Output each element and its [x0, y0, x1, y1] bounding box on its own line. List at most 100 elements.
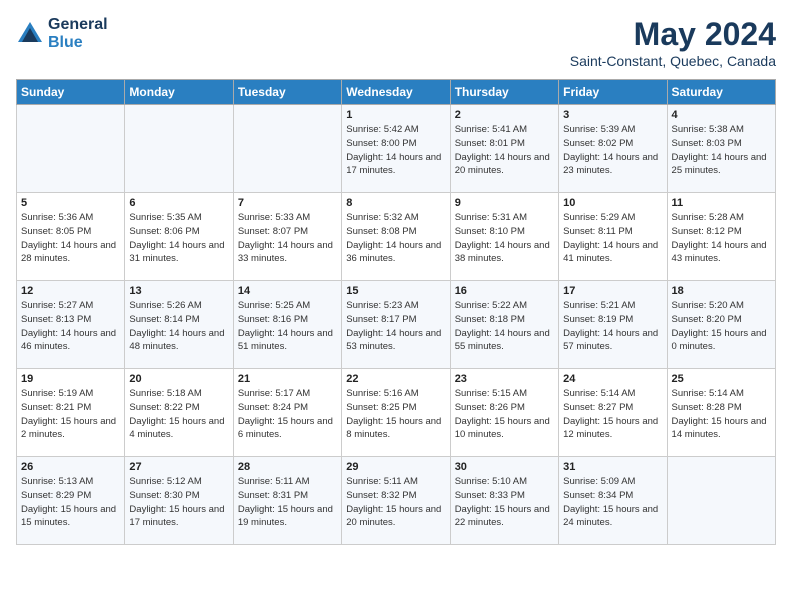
calendar-cell: [233, 105, 341, 193]
day-info: Sunrise: 5:36 AM Sunset: 8:05 PM Dayligh…: [21, 211, 120, 266]
calendar-cell: 10Sunrise: 5:29 AM Sunset: 8:11 PM Dayli…: [559, 193, 667, 281]
logo-icon: [16, 20, 44, 48]
day-number: 4: [672, 109, 771, 121]
calendar-cell: 18Sunrise: 5:20 AM Sunset: 8:20 PM Dayli…: [667, 281, 775, 369]
day-info: Sunrise: 5:41 AM Sunset: 8:01 PM Dayligh…: [455, 123, 554, 178]
month-title: May 2024: [570, 16, 776, 53]
day-info: Sunrise: 5:13 AM Sunset: 8:29 PM Dayligh…: [21, 475, 120, 530]
day-info: Sunrise: 5:19 AM Sunset: 8:21 PM Dayligh…: [21, 387, 120, 442]
day-info: Sunrise: 5:39 AM Sunset: 8:02 PM Dayligh…: [563, 123, 662, 178]
calendar-cell: 12 Sunrise: 5:27 AM Sunset: 8:13 PM Dayli…: [17, 281, 125, 369]
day-info: Sunrise: 5:42 AM Sunset: 8:00 PM Dayligh…: [346, 123, 445, 178]
calendar-cell: 31 Sunrise: 5:09 AM Sunset: 8:34 PM Dayli…: [559, 457, 667, 545]
day-info: Sunrise: 5:11 AM Sunset: 8:31 PM Dayligh…: [238, 475, 337, 530]
calendar-cell: 28 Sunrise: 5:11 AM Sunset: 8:31 PM Dayli…: [233, 457, 341, 545]
calendar-cell: 15Sunrise: 5:23 AM Sunset: 8:17 PM Dayli…: [342, 281, 450, 369]
day-info: Sunrise: 5:26 AM Sunset: 8:14 PM Dayligh…: [129, 299, 228, 354]
calendar-cell: 14 Sunrise: 5:25 AM Sunset: 8:16 PM Dayli…: [233, 281, 341, 369]
calendar-cell: 21 Sunrise: 5:17 AM Sunset: 8:24 PM Dayli…: [233, 369, 341, 457]
day-info: Sunrise: 5:27 AM Sunset: 8:13 PM Dayligh…: [21, 299, 120, 354]
header-sunday: Sunday: [17, 80, 125, 105]
day-number: 1: [346, 109, 445, 121]
day-info: Sunrise: 5:29 AM Sunset: 8:11 PM Dayligh…: [563, 211, 662, 266]
header-friday: Friday: [559, 80, 667, 105]
day-info: Sunrise: 5:18 AM Sunset: 8:22 PM Dayligh…: [129, 387, 228, 442]
day-info: Sunrise: 5:16 AM Sunset: 8:25 PM Dayligh…: [346, 387, 445, 442]
day-info: Sunrise: 5:38 AM Sunset: 8:03 PM Dayligh…: [672, 123, 771, 178]
page-header: General Blue May 2024 Saint-Constant, Qu…: [16, 16, 776, 69]
day-number: 28: [238, 461, 337, 473]
header-thursday: Thursday: [450, 80, 558, 105]
day-info: Sunrise: 5:31 AM Sunset: 8:10 PM Dayligh…: [455, 211, 554, 266]
day-number: 25: [672, 373, 771, 385]
day-number: 20: [129, 373, 228, 385]
calendar-cell: 8Sunrise: 5:32 AM Sunset: 8:08 PM Daylig…: [342, 193, 450, 281]
calendar-cell: 7Sunrise: 5:33 AM Sunset: 8:07 PM Daylig…: [233, 193, 341, 281]
calendar-cell: 19Sunrise: 5:19 AM Sunset: 8:21 PM Dayli…: [17, 369, 125, 457]
location-subtitle: Saint-Constant, Quebec, Canada: [570, 53, 776, 69]
calendar-cell: 26 Sunrise: 5:13 AM Sunset: 8:29 PM Dayli…: [17, 457, 125, 545]
day-number: 11: [672, 197, 771, 209]
day-number: 9: [455, 197, 554, 209]
calendar-cell: 22 Sunrise: 5:16 AM Sunset: 8:25 PM Dayli…: [342, 369, 450, 457]
calendar-cell: 1 Sunrise: 5:42 AM Sunset: 8:00 PM Daylig…: [342, 105, 450, 193]
day-number: 7: [238, 197, 337, 209]
day-number: 23: [455, 373, 554, 385]
calendar-week-row: 26 Sunrise: 5:13 AM Sunset: 8:29 PM Dayli…: [17, 457, 776, 545]
logo-text: General Blue: [48, 16, 108, 52]
day-number: 14: [238, 285, 337, 297]
calendar-week-row: 1 Sunrise: 5:42 AM Sunset: 8:00 PM Daylig…: [17, 105, 776, 193]
day-number: 12: [21, 285, 120, 297]
day-info: Sunrise: 5:28 AM Sunset: 8:12 PM Dayligh…: [672, 211, 771, 266]
day-info: Sunrise: 5:09 AM Sunset: 8:34 PM Dayligh…: [563, 475, 662, 530]
calendar-cell: 13 Sunrise: 5:26 AM Sunset: 8:14 PM Dayli…: [125, 281, 233, 369]
day-number: 24: [563, 373, 662, 385]
day-number: 3: [563, 109, 662, 121]
day-info: Sunrise: 5:17 AM Sunset: 8:24 PM Dayligh…: [238, 387, 337, 442]
day-number: 16: [455, 285, 554, 297]
calendar-cell: 11 Sunrise: 5:28 AM Sunset: 8:12 PM Dayli…: [667, 193, 775, 281]
day-number: 13: [129, 285, 228, 297]
calendar-table: SundayMondayTuesdayWednesdayThursdayFrid…: [16, 79, 776, 545]
day-number: 8: [346, 197, 445, 209]
calendar-cell: [17, 105, 125, 193]
day-number: 30: [455, 461, 554, 473]
header-monday: Monday: [125, 80, 233, 105]
calendar-cell: 9 Sunrise: 5:31 AM Sunset: 8:10 PM Daylig…: [450, 193, 558, 281]
calendar-cell: 6 Sunrise: 5:35 AM Sunset: 8:06 PM Daylig…: [125, 193, 233, 281]
day-info: Sunrise: 5:20 AM Sunset: 8:20 PM Dayligh…: [672, 299, 771, 354]
calendar-cell: 20 Sunrise: 5:18 AM Sunset: 8:22 PM Dayli…: [125, 369, 233, 457]
day-number: 5: [21, 197, 120, 209]
calendar-cell: 2 Sunrise: 5:41 AM Sunset: 8:01 PM Daylig…: [450, 105, 558, 193]
calendar-cell: 4 Sunrise: 5:38 AM Sunset: 8:03 PM Daylig…: [667, 105, 775, 193]
day-number: 22: [346, 373, 445, 385]
day-number: 21: [238, 373, 337, 385]
day-info: Sunrise: 5:25 AM Sunset: 8:16 PM Dayligh…: [238, 299, 337, 354]
day-info: Sunrise: 5:10 AM Sunset: 8:33 PM Dayligh…: [455, 475, 554, 530]
header-tuesday: Tuesday: [233, 80, 341, 105]
calendar-cell: 3 Sunrise: 5:39 AM Sunset: 8:02 PM Daylig…: [559, 105, 667, 193]
calendar-week-row: 19Sunrise: 5:19 AM Sunset: 8:21 PM Dayli…: [17, 369, 776, 457]
day-number: 27: [129, 461, 228, 473]
header-wednesday: Wednesday: [342, 80, 450, 105]
day-number: 26: [21, 461, 120, 473]
day-number: 31: [563, 461, 662, 473]
day-info: Sunrise: 5:35 AM Sunset: 8:06 PM Dayligh…: [129, 211, 228, 266]
calendar-cell: 16Sunrise: 5:22 AM Sunset: 8:18 PM Dayli…: [450, 281, 558, 369]
calendar-cell: [667, 457, 775, 545]
calendar-cell: 30 Sunrise: 5:10 AM Sunset: 8:33 PM Dayli…: [450, 457, 558, 545]
day-info: Sunrise: 5:12 AM Sunset: 8:30 PM Dayligh…: [129, 475, 228, 530]
calendar-cell: 5 Sunrise: 5:36 AM Sunset: 8:05 PM Daylig…: [17, 193, 125, 281]
calendar-cell: 24Sunrise: 5:14 AM Sunset: 8:27 PM Dayli…: [559, 369, 667, 457]
day-info: Sunrise: 5:11 AM Sunset: 8:32 PM Dayligh…: [346, 475, 445, 530]
calendar-cell: 25 Sunrise: 5:14 AM Sunset: 8:28 PM Dayli…: [667, 369, 775, 457]
day-number: 2: [455, 109, 554, 121]
logo: General Blue: [16, 16, 108, 52]
header-saturday: Saturday: [667, 80, 775, 105]
calendar-header-row: SundayMondayTuesdayWednesdayThursdayFrid…: [17, 80, 776, 105]
calendar-cell: 29Sunrise: 5:11 AM Sunset: 8:32 PM Dayli…: [342, 457, 450, 545]
day-number: 6: [129, 197, 228, 209]
calendar-cell: 27 Sunrise: 5:12 AM Sunset: 8:30 PM Dayli…: [125, 457, 233, 545]
day-info: Sunrise: 5:14 AM Sunset: 8:28 PM Dayligh…: [672, 387, 771, 442]
calendar-cell: 23Sunrise: 5:15 AM Sunset: 8:26 PM Dayli…: [450, 369, 558, 457]
